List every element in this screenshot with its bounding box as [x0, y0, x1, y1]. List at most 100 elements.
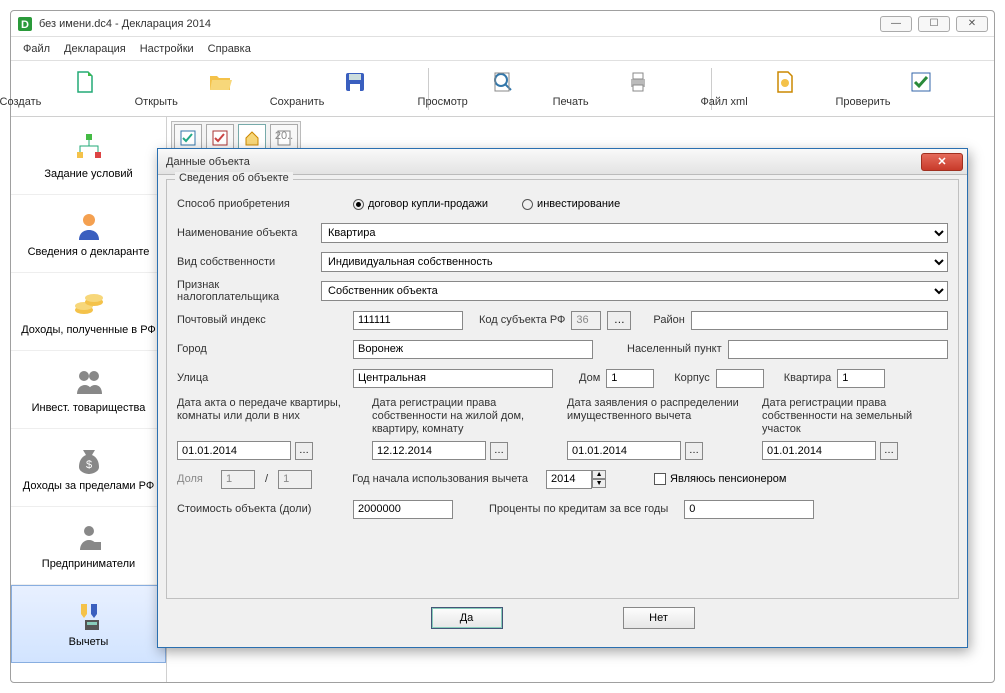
toolbar: Создать Открыть Сохранить Просмотр Печат… [11, 61, 994, 117]
sidebar-item-entrepreneurs[interactable]: Предприниматели [11, 507, 166, 585]
briefcase-person-icon [73, 522, 105, 554]
menu-declaration[interactable]: Декларация [64, 43, 126, 55]
ownership-combo[interactable]: Индивидуальная собственность [321, 252, 948, 272]
house-input[interactable] [606, 369, 654, 388]
cost-input[interactable] [353, 500, 453, 519]
year-start-label: Год начала использования вычета [352, 473, 528, 485]
sidebar-item-label: Предприниматели [42, 558, 135, 570]
dialog-title: Данные объекта [166, 156, 921, 168]
city-input[interactable] [353, 340, 593, 359]
year-down-button[interactable]: ▼ [592, 479, 606, 488]
deductions-icon [73, 600, 105, 632]
cancel-button[interactable]: Нет [623, 607, 695, 629]
building-label: Корпус [674, 372, 709, 384]
person-icon [73, 210, 105, 242]
maximize-button[interactable]: ☐ [918, 16, 950, 32]
district-input[interactable] [691, 311, 948, 330]
menu-settings[interactable]: Настройки [140, 43, 194, 55]
ok-button[interactable]: Да [431, 607, 503, 629]
year-up-button[interactable]: ▲ [592, 470, 606, 479]
subject-code-label: Код субъекта РФ [479, 314, 565, 326]
minimize-button[interactable]: — [880, 16, 912, 32]
date-reg-land-input[interactable] [762, 441, 876, 460]
settlement-input[interactable] [728, 340, 948, 359]
house-label: Дом [579, 372, 600, 384]
window-controls: — ☐ ✕ [880, 16, 988, 32]
flat-input[interactable] [837, 369, 885, 388]
taxpayer-sign-combo[interactable]: Собственник объекта [321, 281, 948, 301]
date-act-picker-button[interactable]: … [295, 442, 313, 460]
sidebar-item-label: Сведения о декларанте [28, 246, 150, 258]
acq-method-label: Способ приобретения [177, 198, 347, 210]
year-start-input[interactable] [546, 470, 592, 489]
sidebar: Задание условий Сведения о декларанте До… [11, 117, 167, 682]
taxpayer-sign-label: Признак налогоплательщика [177, 279, 315, 303]
open-folder-icon [208, 70, 232, 94]
date-reg-flat-input[interactable] [372, 441, 486, 460]
check-icon [909, 70, 933, 94]
settlement-label: Населенный пункт [627, 343, 722, 355]
share-label: Доля [177, 473, 215, 485]
object-info-group: Сведения об объекте Способ приобретения … [166, 179, 959, 599]
print-icon [626, 70, 650, 94]
toolbar-create[interactable]: Создать [21, 65, 148, 113]
toolbar-check[interactable]: Проверить [857, 65, 984, 113]
sidebar-item-declarant[interactable]: Сведения о декларанте [11, 195, 166, 273]
new-file-icon [73, 70, 97, 94]
sidebar-item-conditions[interactable]: Задание условий [11, 117, 166, 195]
object-dialog: Данные объекта ✕ Сведения об объекте Спо… [157, 148, 968, 648]
sidebar-item-label: Задание условий [44, 168, 132, 180]
radio-invest[interactable]: инвестирование [522, 198, 620, 210]
building-input[interactable] [716, 369, 764, 388]
subject-code-input [571, 311, 601, 330]
partnership-icon [73, 366, 105, 398]
district-label: Район [653, 314, 684, 326]
date-claim-picker-button[interactable]: … [685, 442, 703, 460]
money-bag-icon: $ [73, 444, 105, 476]
save-icon [343, 70, 367, 94]
pensioner-checkbox[interactable]: Являюсь пенсионером [654, 473, 786, 485]
xml-file-icon [773, 70, 797, 94]
toolbar-save[interactable]: Сохранить [291, 65, 418, 113]
obj-name-combo[interactable]: Квартира [321, 223, 948, 243]
date-reg-land-picker-button[interactable]: … [880, 442, 898, 460]
subject-code-browse-button[interactable]: … [607, 311, 631, 330]
svg-text:$: $ [85, 459, 91, 471]
sidebar-item-deductions[interactable]: Вычеты [11, 585, 166, 663]
credit-interest-input[interactable] [684, 500, 814, 519]
sidebar-item-income-rf[interactable]: Доходы, полученные в РФ [11, 273, 166, 351]
close-button[interactable]: ✕ [956, 16, 988, 32]
toolbar-open[interactable]: Открыть [156, 65, 283, 113]
dialog-close-button[interactable]: ✕ [921, 153, 963, 171]
share-num-input [221, 470, 255, 489]
radio-purchase[interactable]: договор купли-продажи [353, 198, 488, 210]
toolbar-preview[interactable]: Просмотр [439, 65, 566, 113]
sidebar-item-label: Доходы за пределами РФ [23, 480, 154, 492]
sidebar-item-investments[interactable]: Инвест. товарищества [11, 351, 166, 429]
credit-interest-label: Проценты по кредитам за все годы [489, 503, 668, 515]
svg-text:D: D [21, 19, 29, 31]
toolbar-xml[interactable]: Файл xml [722, 65, 849, 113]
obj-name-label: Наименование объекта [177, 227, 315, 239]
tree-icon [73, 132, 105, 164]
dialog-button-row: Да Нет [158, 607, 967, 629]
postcode-input[interactable] [353, 311, 463, 330]
date-reg-flat-label: Дата регистрации права собственности на … [372, 397, 557, 437]
window-title: без имени.dc4 - Декларация 2014 [39, 18, 880, 30]
sidebar-item-label: Доходы, полученные в РФ [21, 324, 156, 336]
sidebar-item-income-abroad[interactable]: $ Доходы за пределами РФ [11, 429, 166, 507]
toolbar-print[interactable]: Печать [574, 65, 701, 113]
menu-file[interactable]: Файл [23, 43, 50, 55]
date-reg-flat-picker-button[interactable]: … [490, 442, 508, 460]
date-claim-input[interactable] [567, 441, 681, 460]
postcode-label: Почтовый индекс [177, 314, 347, 326]
sidebar-item-label: Вычеты [69, 636, 109, 648]
share-den-input [278, 470, 312, 489]
cost-label: Стоимость объекта (доли) [177, 503, 347, 515]
flat-label: Квартира [784, 372, 832, 384]
menu-help[interactable]: Справка [208, 43, 251, 55]
group-legend: Сведения об объекте [175, 172, 293, 184]
date-act-input[interactable] [177, 441, 291, 460]
street-input[interactable] [353, 369, 553, 388]
city-label: Город [177, 343, 347, 355]
